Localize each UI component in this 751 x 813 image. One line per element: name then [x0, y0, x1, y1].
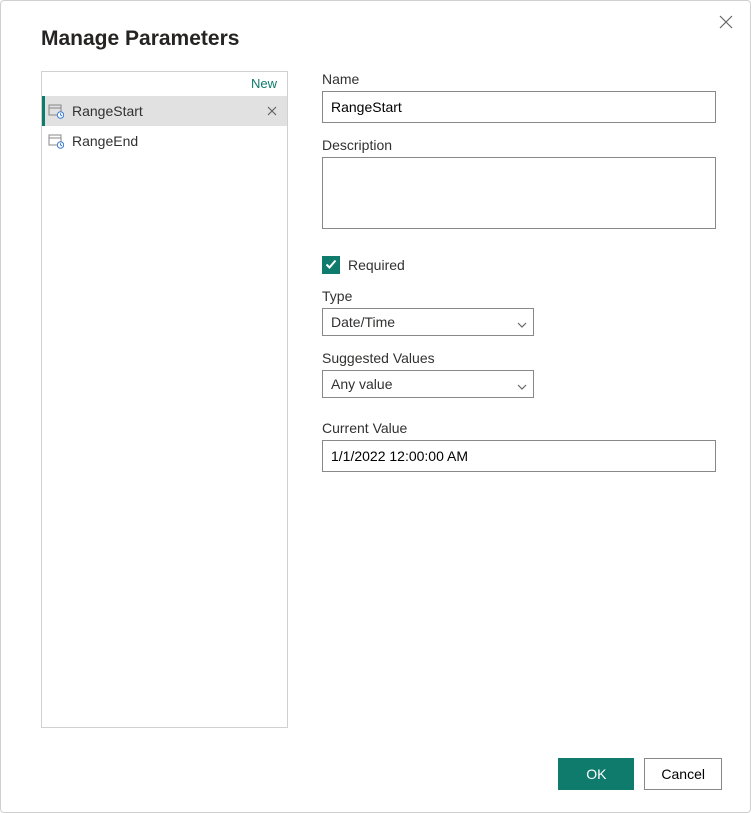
chevron-down-icon	[517, 379, 527, 389]
type-select[interactable]: Date/Time	[322, 308, 534, 336]
description-label: Description	[322, 137, 716, 153]
cancel-button[interactable]: Cancel	[644, 758, 722, 790]
current-value-label: Current Value	[322, 420, 716, 436]
name-label: Name	[322, 71, 716, 87]
description-input[interactable]	[322, 157, 716, 229]
close-icon	[719, 15, 733, 32]
parameter-icon	[48, 133, 64, 149]
name-input[interactable]	[322, 91, 716, 123]
new-parameter-link[interactable]: New	[42, 72, 287, 96]
type-select-value: Date/Time	[331, 314, 395, 330]
manage-parameters-dialog: Manage Parameters New RangeStart Ra	[0, 0, 751, 813]
ok-button[interactable]: OK	[558, 758, 634, 790]
parameter-item-label: RangeStart	[72, 103, 265, 119]
required-checkbox[interactable]	[322, 256, 340, 274]
parameter-list: New RangeStart RangeEnd	[41, 71, 288, 728]
parameter-item-rangeend[interactable]: RangeEnd	[42, 126, 287, 156]
current-value-input[interactable]	[322, 440, 716, 472]
check-icon	[324, 257, 338, 274]
suggested-values-label: Suggested Values	[322, 350, 716, 366]
remove-icon	[267, 103, 277, 119]
chevron-down-icon	[517, 317, 527, 327]
dialog-title: Manage Parameters	[41, 27, 722, 51]
type-label: Type	[322, 288, 716, 304]
suggested-values-select[interactable]: Any value	[322, 370, 534, 398]
remove-parameter-button[interactable]	[265, 104, 279, 118]
parameter-icon	[48, 103, 64, 119]
close-button[interactable]	[716, 13, 736, 33]
required-label: Required	[348, 257, 405, 273]
suggested-values-value: Any value	[331, 376, 392, 392]
dialog-footer: OK Cancel	[29, 758, 722, 790]
parameter-form: Name Description Required Type Date/Time	[322, 71, 722, 728]
parameter-item-label: RangeEnd	[72, 133, 279, 149]
parameter-item-rangestart[interactable]: RangeStart	[42, 96, 287, 126]
